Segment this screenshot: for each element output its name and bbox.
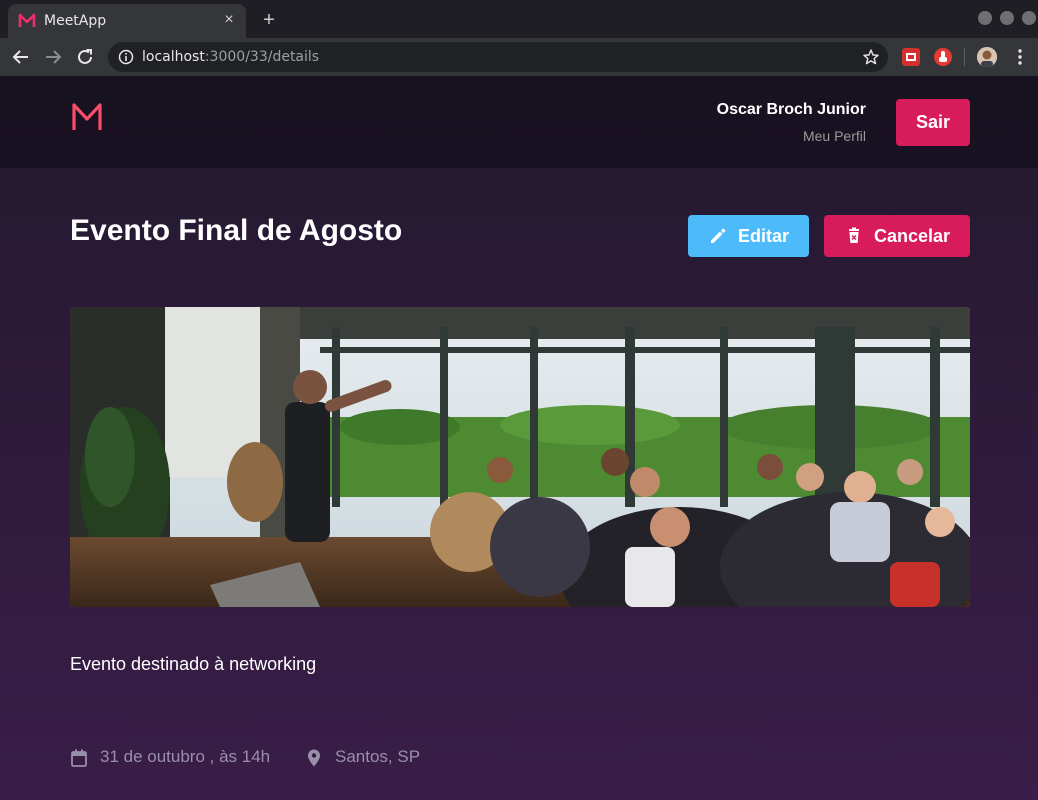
location-pin-icon: [308, 749, 320, 767]
new-tab-button[interactable]: +: [259, 10, 279, 30]
meetapp-logo-icon[interactable]: [70, 100, 104, 134]
app-header: Oscar Broch Junior Meu Perfil Sair: [0, 76, 1038, 168]
app-page: Oscar Broch Junior Meu Perfil Sair Event…: [0, 76, 1038, 800]
cancel-button-label: Cancelar: [874, 226, 951, 246]
meetup-location-text: Santos, SP: [335, 747, 421, 766]
trash-icon: [849, 227, 859, 243]
url-text: localhost:3000/33/details: [142, 49, 320, 65]
meetup-description: Evento destinado à networking: [70, 654, 317, 674]
window-close-button[interactable]: [1022, 11, 1036, 25]
window-minimize-button[interactable]: [978, 11, 992, 25]
tab-title: MeetApp: [44, 13, 107, 29]
meetup-banner-image: [70, 307, 970, 607]
reload-icon[interactable]: [74, 46, 96, 68]
user-name: Oscar Broch Junior: [716, 101, 866, 118]
edit-button-label: Editar: [738, 226, 790, 246]
calendar-icon: [71, 749, 87, 767]
pencil-icon: [711, 228, 726, 243]
browser-toolbar: localhost:3000/33/details: [0, 38, 1038, 76]
browser-tab-strip: MeetApp × +: [0, 0, 1038, 38]
toolbar-divider: [964, 48, 965, 66]
window-maximize-button[interactable]: [1000, 11, 1014, 25]
site-info-icon[interactable]: [118, 49, 134, 65]
tab-close-icon[interactable]: ×: [220, 11, 238, 29]
edit-button[interactable]: Editar: [688, 215, 809, 257]
browser-menu-icon[interactable]: [1013, 47, 1027, 67]
profile-avatar-icon[interactable]: [977, 47, 997, 67]
adblock-extension-icon[interactable]: [933, 47, 953, 67]
profile-link[interactable]: Meu Perfil: [803, 128, 866, 144]
logout-button[interactable]: Sair: [896, 99, 970, 146]
back-arrow-icon[interactable]: [10, 46, 32, 68]
meetup-photo-icon: [70, 307, 970, 607]
address-bar[interactable]: localhost:3000/33/details: [108, 42, 888, 72]
meetapp-favicon-icon: [18, 13, 36, 27]
forward-arrow-icon[interactable]: [42, 46, 64, 68]
meetup-date-text: 31 de outubro , às 14h: [100, 747, 271, 766]
bookmark-star-icon[interactable]: [862, 48, 880, 66]
page-title: Evento Final de Agosto: [70, 214, 403, 247]
extension-icon[interactable]: [901, 47, 921, 67]
cancel-meetup-button[interactable]: Cancelar: [824, 215, 970, 257]
browser-tab[interactable]: MeetApp ×: [8, 4, 246, 38]
